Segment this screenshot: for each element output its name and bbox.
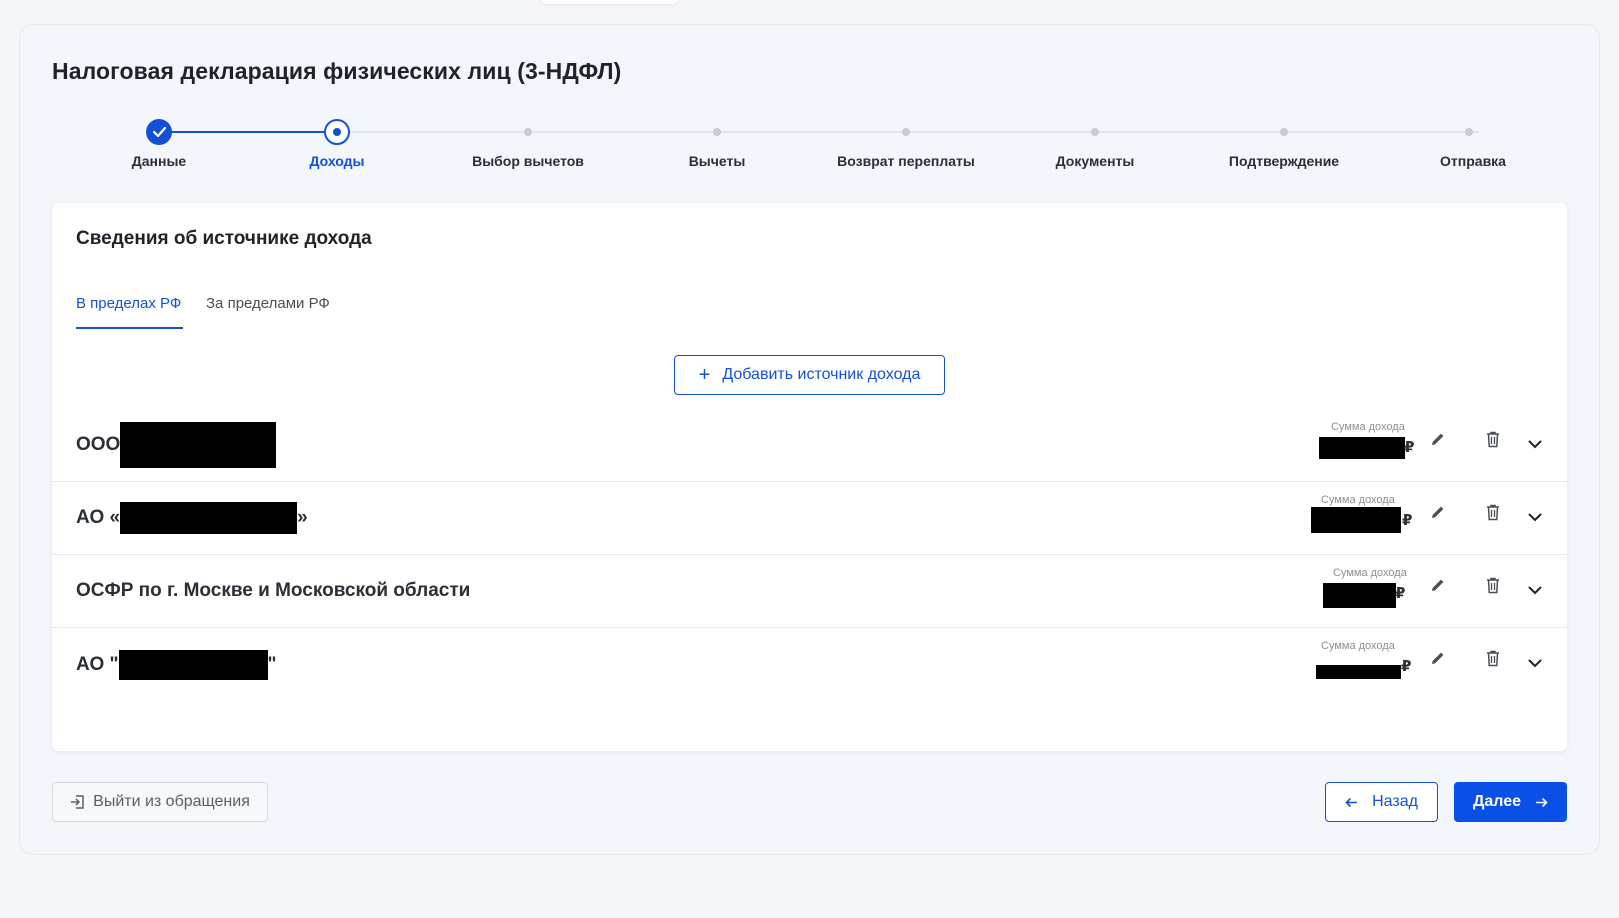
active-tab-underline: [76, 327, 183, 329]
add-income-source-button[interactable]: + Добавить источник дохода: [674, 355, 945, 395]
redacted-block: [118, 649, 268, 680]
step-label-refund: Возврат переплаты: [837, 153, 975, 169]
currency-sign: ₽: [1401, 658, 1412, 675]
exit-application-button[interactable]: Выйти из обращения: [52, 782, 268, 822]
currency-sign: ₽: [1402, 512, 1413, 529]
edit-pencil-icon[interactable]: [1426, 573, 1450, 597]
chevron-down-icon[interactable]: [1523, 651, 1547, 675]
currency-sign: ₽: [1395, 585, 1406, 602]
income-source-prefix: АО ": [76, 653, 119, 675]
step-label-documents: Документы: [1055, 153, 1135, 169]
back-label: Назад: [1372, 793, 1418, 810]
top-tab-decoration: [540, 0, 680, 4]
step-5-dot: [902, 128, 910, 136]
step-label-deduction-choice: Выбор вычетов: [472, 153, 584, 169]
step-1-check-icon[interactable]: [146, 119, 172, 145]
delete-trash-icon[interactable]: [1481, 646, 1505, 670]
card-title: Сведения об источнике дохода: [76, 228, 372, 249]
tab-within-russia[interactable]: В пределах РФ: [76, 295, 181, 312]
step-label-confirmation: Подтверждение: [1228, 153, 1340, 169]
next-label: Далее: [1472, 793, 1522, 810]
amount-label: Сумма дохода: [1331, 421, 1405, 433]
income-source-row[interactable]: ОСФР по г. Москве и Московской области С…: [52, 555, 1567, 628]
amount-label: Сумма дохода: [1333, 567, 1407, 579]
income-source-suffix: ": [267, 653, 277, 675]
step-7-dot: [1280, 128, 1288, 136]
delete-trash-icon[interactable]: [1481, 573, 1505, 597]
arrow-right-icon: [1536, 797, 1548, 807]
income-source-name: АО " ": [76, 649, 277, 680]
edit-pencil-icon[interactable]: [1426, 646, 1450, 670]
chevron-down-icon[interactable]: [1523, 505, 1547, 529]
arrow-left-icon: [1345, 797, 1358, 807]
exit-icon: [71, 795, 84, 809]
currency-sign: ₽: [1404, 439, 1415, 456]
step-3-dot: [524, 128, 532, 136]
redacted-amount: [1323, 583, 1396, 608]
chevron-down-icon[interactable]: [1523, 578, 1547, 602]
delete-trash-icon[interactable]: [1481, 427, 1505, 451]
next-button[interactable]: Далее: [1454, 782, 1567, 822]
income-source-row[interactable]: ООО Сумма дохода ₽: [52, 409, 1567, 482]
back-button[interactable]: Назад: [1325, 782, 1438, 822]
redacted-block: [120, 422, 277, 468]
chevron-down-icon[interactable]: [1523, 432, 1547, 456]
current-step-dot: [333, 128, 341, 136]
tab-outside-russia[interactable]: За пределами РФ: [206, 295, 330, 312]
income-sources-card: Сведения об источнике дохода В пределах …: [52, 203, 1567, 751]
step-label-sending: Отправка: [1440, 153, 1506, 169]
step-4-dot: [713, 128, 721, 136]
amount-label: Сумма дохода: [1321, 494, 1395, 506]
income-source-name: АО « »: [76, 502, 308, 534]
income-source-prefix: АО «: [76, 507, 121, 528]
delete-trash-icon[interactable]: [1481, 500, 1505, 524]
income-source-name: ОСФР по г. Москве и Московской области: [76, 580, 470, 602]
income-source-suffix: »: [297, 507, 308, 528]
income-source-prefix: ОСФР по г. Москве и Московской области: [76, 580, 471, 601]
page-title: Налоговая декларация физических лиц (3-Н…: [52, 58, 622, 84]
step-6-dot: [1091, 128, 1099, 136]
redacted-amount: [1316, 665, 1401, 679]
income-source-row[interactable]: АО " " Сумма дохода ₽: [52, 628, 1567, 701]
step-label-income[interactable]: Доходы: [310, 153, 365, 169]
income-source-prefix: ООО: [76, 434, 121, 455]
add-income-source-label: Добавить источник дохода: [722, 366, 921, 383]
step-label-data[interactable]: Данные: [132, 153, 186, 169]
redacted-block: [120, 502, 298, 534]
amount-label: Сумма дохода: [1321, 640, 1395, 652]
income-source-row[interactable]: АО « » Сумма дохода ₽: [52, 482, 1567, 555]
plus-icon: +: [698, 364, 711, 386]
step-2-current-indicator[interactable]: [324, 119, 350, 145]
step-label-deductions: Вычеты: [688, 153, 746, 169]
edit-pencil-icon[interactable]: [1426, 427, 1450, 451]
redacted-amount: [1311, 507, 1401, 533]
income-source-name: ООО: [76, 422, 277, 468]
edit-pencil-icon[interactable]: [1426, 500, 1450, 524]
redacted-amount: [1319, 437, 1405, 459]
exit-application-label: Выйти из обращения: [93, 793, 250, 810]
step-8-dot: [1465, 128, 1473, 136]
